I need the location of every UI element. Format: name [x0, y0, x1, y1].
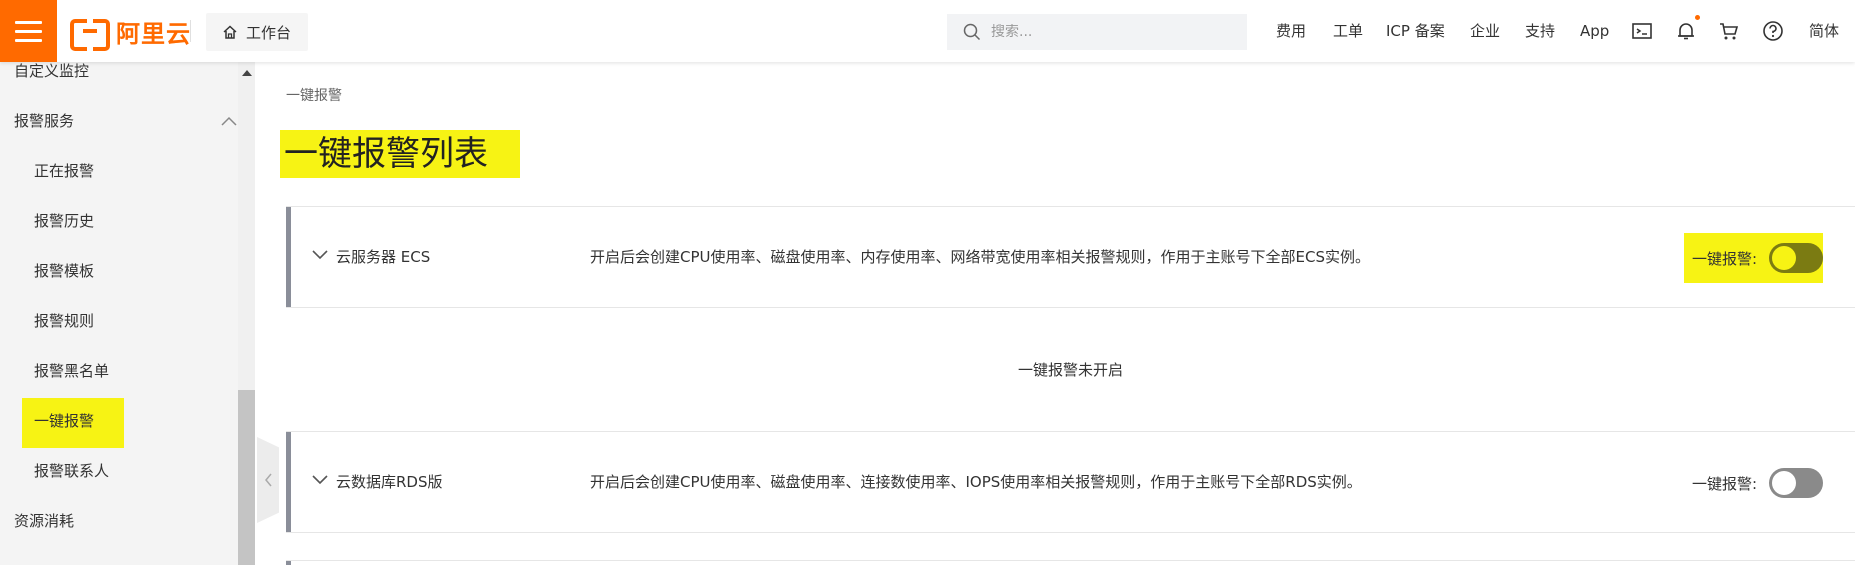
chevron-down-icon[interactable] — [310, 470, 330, 490]
chevron-left-icon — [265, 473, 272, 487]
nav-enterprise[interactable]: 企业 — [1470, 0, 1500, 62]
sidebar-item-label: 报警规则 — [34, 312, 95, 330]
sidebar-item-alarm-contacts[interactable]: 报警联系人 — [0, 446, 238, 496]
sidebar: 自定义监控 报警服务 正在报警 报警历史 报警模板 报警规则 报警黑名单 一键报… — [0, 62, 238, 565]
chevron-down-icon[interactable] — [310, 245, 330, 265]
sidebar-item-one-click-alarm[interactable]: 一键报警 — [0, 396, 238, 446]
sidebar-item-label: 报警联系人 — [34, 462, 110, 480]
toggle-label: 一键报警: — [1692, 474, 1758, 493]
logo[interactable]: 阿里云 — [70, 16, 191, 51]
sidebar-item-label: 报警服务 — [14, 112, 75, 130]
logo-divider — [190, 20, 191, 42]
sidebar-item-label: 报警历史 — [34, 212, 95, 230]
toggle-knob — [1772, 246, 1797, 270]
scroll-up-arrow-icon[interactable] — [242, 70, 252, 76]
sidebar-item-alarm-blacklist[interactable]: 报警黑名单 — [0, 346, 238, 396]
toggle-label: 一键报警: — [1692, 249, 1758, 268]
workbench-button[interactable]: 工作台 — [206, 13, 308, 51]
scroll-thumb[interactable] — [238, 390, 255, 565]
panel-name: 云数据库RDS版 — [336, 473, 443, 491]
alarm-panel-rds: 云数据库RDS版 开启后会创建CPU使用率、磁盘使用率、连接数使用率、IOPS使… — [286, 431, 1855, 533]
nav-app[interactable]: App — [1580, 0, 1609, 62]
sidebar-item-alarm-rules[interactable]: 报警规则 — [0, 296, 238, 346]
sidebar-item-label: 报警黑名单 — [34, 362, 110, 380]
logo-mark-icon — [70, 19, 110, 51]
nav-icp[interactable]: ICP 备案 — [1386, 0, 1445, 62]
top-bar: 阿里云 工作台 费用 工单 ICP 备案 企业 支持 App — [0, 0, 1855, 62]
language-switch[interactable]: 简体 — [1809, 0, 1839, 62]
logo-text: 阿里云 — [116, 19, 191, 48]
chevron-up-icon — [221, 116, 237, 126]
sidebar-item-alarm-history[interactable]: 报警历史 — [0, 196, 238, 246]
menu-icon[interactable] — [0, 0, 57, 62]
sidebar-item-label: 正在报警 — [34, 162, 95, 180]
sidebar-item-alarm-templates[interactable]: 报警模板 — [0, 246, 238, 296]
sidebar-item-label: 资源消耗 — [14, 512, 75, 530]
panel-description: 开启后会创建CPU使用率、磁盘使用率、连接数使用率、IOPS使用率相关报警规则，… — [590, 473, 1362, 491]
nav-fees[interactable]: 费用 — [1276, 0, 1306, 62]
bell-icon[interactable] — [1675, 20, 1697, 42]
sidebar-item-label: 自定义监控 — [14, 62, 90, 80]
panel-description: 开启后会创建CPU使用率、磁盘使用率、内存使用率、网络带宽使用率相关报警规则，作… — [590, 248, 1370, 266]
sidebar-item-resource-usage[interactable]: 资源消耗 — [0, 496, 238, 546]
panel-name: 云服务器 ECS — [336, 248, 431, 266]
alarm-panel-partial — [286, 560, 1855, 565]
cart-icon[interactable] — [1718, 20, 1740, 42]
sidebar-scrollbar[interactable] — [238, 62, 255, 565]
one-click-alarm-toggle-ecs[interactable] — [1769, 243, 1823, 273]
sidebar-item-active-alarms[interactable]: 正在报警 — [0, 146, 238, 196]
terminal-icon[interactable] — [1631, 20, 1653, 42]
workbench-label: 工作台 — [246, 23, 292, 42]
alarm-panel-ecs: 云服务器 ECS 开启后会创建CPU使用率、磁盘使用率、内存使用率、网络带宽使用… — [286, 206, 1855, 308]
sidebar-item-label: 一键报警 — [34, 412, 95, 430]
home-icon — [223, 25, 237, 39]
toggle-highlight: 一键报警: — [1684, 233, 1823, 283]
toggle-knob — [1772, 471, 1797, 495]
sidebar-item-alarm-service[interactable]: 报警服务 — [0, 96, 238, 146]
breadcrumb[interactable]: 一键报警 — [286, 85, 342, 105]
sidebar-item-label: 报警模板 — [34, 262, 95, 280]
search-icon — [963, 23, 981, 41]
notification-dot — [1695, 15, 1700, 20]
status-message: 一键报警未开启 — [1017, 361, 1123, 379]
help-icon[interactable] — [1762, 20, 1784, 42]
nav-support[interactable]: 支持 — [1525, 0, 1555, 62]
panel-accent-bar — [286, 207, 291, 307]
sidebar-item-custom-monitor[interactable]: 自定义监控 — [0, 62, 238, 96]
one-click-alarm-toggle-rds[interactable] — [1769, 468, 1823, 498]
search-input[interactable] — [991, 24, 1221, 40]
page-title: 一键报警列表 — [284, 134, 488, 174]
panel-accent-bar — [286, 561, 291, 565]
collapse-sidebar-button[interactable] — [257, 437, 279, 523]
toggle-container: 一键报警: — [1684, 458, 1823, 508]
panel-accent-bar — [286, 432, 291, 532]
nav-tickets[interactable]: 工单 — [1333, 0, 1363, 62]
search-box[interactable] — [947, 14, 1247, 50]
